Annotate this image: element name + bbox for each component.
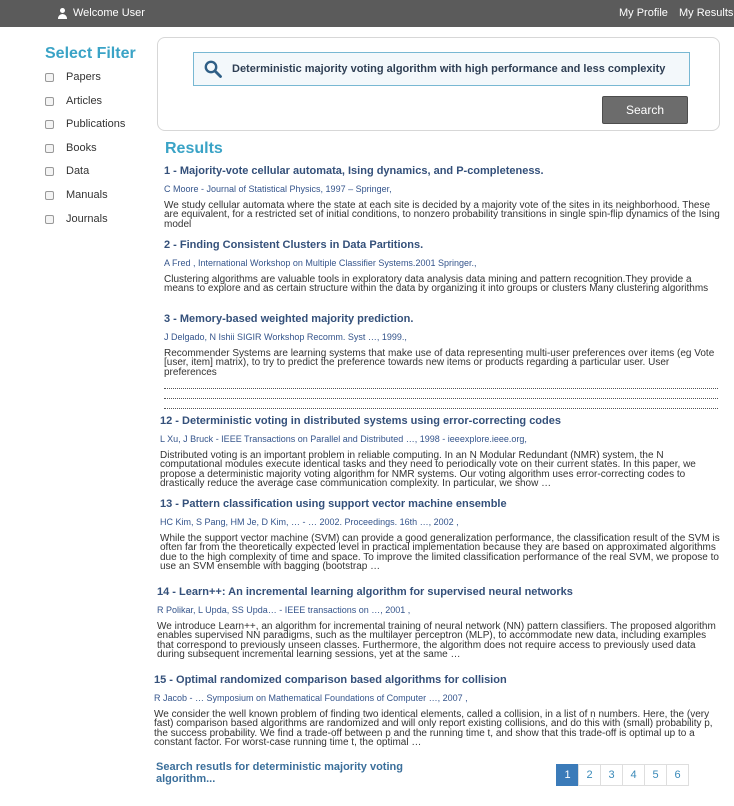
result-authors[interactable]: R Polikar, L Upda, SS Upda… - IEEE trans… <box>157 605 717 615</box>
my-results-link[interactable]: My Results <box>679 7 733 19</box>
search-button[interactable]: Search <box>602 96 688 124</box>
result-item: 15 - Optimal randomized comparison based… <box>154 674 714 748</box>
search-input[interactable]: Deterministic majority voting algorithm … <box>193 52 690 86</box>
result-authors[interactable]: R Jacob - … Symposium on Mathematical Fo… <box>154 693 714 703</box>
result-item: 14 - Learn++: An incremental learning al… <box>157 586 717 660</box>
result-title[interactable]: 14 - Learn++: An incremental learning al… <box>157 586 717 598</box>
search-panel: Deterministic majority voting algorithm … <box>157 37 720 131</box>
filter-label: Books <box>66 141 97 154</box>
result-title[interactable]: 2 - Finding Consistent Clusters in Data … <box>164 239 724 251</box>
user-icon <box>58 8 67 19</box>
page-button-1[interactable]: 1 <box>556 764 579 786</box>
ellipsis-divider <box>164 400 718 409</box>
result-title[interactable]: 1 - Majority-vote cellular automata, Isi… <box>164 165 724 177</box>
result-snippet: Recommender Systems are learning systems… <box>164 348 715 378</box>
search-query-text: Deterministic majority voting algorithm … <box>232 63 666 75</box>
result-authors[interactable]: A Fred , International Workshop on Multi… <box>164 258 724 268</box>
page-button-2[interactable]: 2 <box>578 764 601 786</box>
result-item: 1 - Majority-vote cellular automata, Isi… <box>164 165 724 229</box>
result-authors[interactable]: L Xu, J Bruck - IEEE Transactions on Par… <box>160 434 720 444</box>
ellipsis-divider <box>164 390 718 399</box>
filter-label: Publications <box>66 118 126 131</box>
filter-checkbox[interactable] <box>45 167 54 177</box>
result-item: 2 - Finding Consistent Clusters in Data … <box>164 239 724 294</box>
filter-label: Journals <box>66 212 108 225</box>
result-item: 13 - Pattern classification using suppor… <box>160 498 720 572</box>
result-snippet: We consider the well known problem of fi… <box>154 709 713 749</box>
result-snippet: We introduce Learn++, an algorithm for i… <box>157 621 716 661</box>
result-authors[interactable]: C Moore - Journal of Statistical Physics… <box>164 184 724 194</box>
result-item: 12 - Deterministic voting in distributed… <box>160 415 720 489</box>
page-button-5[interactable]: 5 <box>644 764 667 786</box>
filter-label: Articles <box>66 94 103 107</box>
top-bar: Welcome User My Profile My Results <box>0 0 734 27</box>
page-button-6[interactable]: 6 <box>666 764 689 786</box>
my-profile-link[interactable]: My Profile <box>619 7 668 19</box>
filter-checkbox[interactable] <box>45 73 54 82</box>
result-snippet: We study cellular automata where the sta… <box>164 200 720 230</box>
ellipsis-divider <box>164 380 718 389</box>
filter-checkbox[interactable] <box>45 214 54 224</box>
result-title[interactable]: 15 - Optimal randomized comparison based… <box>154 674 714 686</box>
result-snippet: While the support vector machine (SVM) c… <box>160 533 720 573</box>
filter-label: Papers <box>66 71 101 83</box>
result-snippet: Clustering algorithms are valuable tools… <box>164 274 709 295</box>
filter-checkbox[interactable] <box>45 96 54 106</box>
search-icon <box>204 60 222 78</box>
filter-heading: Select Filter <box>45 45 136 62</box>
page-button-3[interactable]: 3 <box>600 764 623 786</box>
welcome-text: Welcome User <box>73 7 145 19</box>
result-snippet: Distributed voting is an important probl… <box>160 450 696 490</box>
filter-checkbox[interactable] <box>45 143 54 153</box>
filter-label: Data <box>66 165 90 178</box>
filter-checkbox[interactable] <box>45 120 54 130</box>
result-item: 3 - Memory-based weighted majority predi… <box>164 313 724 377</box>
page-button-4[interactable]: 4 <box>622 764 645 786</box>
filter-label: Manuals <box>66 188 108 201</box>
result-authors[interactable]: HC Kim, S Pang, HM Je, D Kim, … - … 2002… <box>160 517 720 527</box>
result-title[interactable]: 3 - Memory-based weighted majority predi… <box>164 313 724 325</box>
result-title[interactable]: 13 - Pattern classification using suppor… <box>160 498 720 510</box>
search-results-link[interactable]: Search resutls for deterministic majorit… <box>156 761 416 785</box>
result-title[interactable]: 12 - Deterministic voting in distributed… <box>160 415 720 427</box>
results-heading: Results <box>165 140 223 157</box>
filter-checkbox[interactable] <box>45 190 54 200</box>
pagination: 1 2 3 4 5 6 <box>556 764 689 786</box>
result-authors[interactable]: J Delgado, N Ishii SIGIR Workshop Recomm… <box>164 332 724 342</box>
